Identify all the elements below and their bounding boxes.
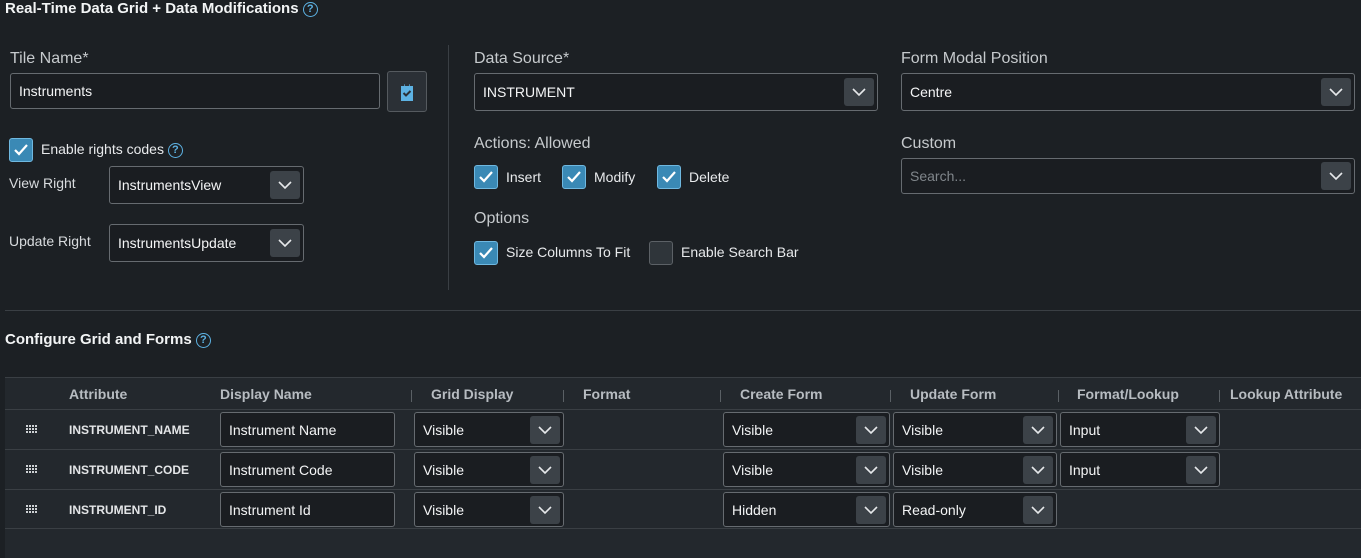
chevron-down-icon[interactable]	[530, 455, 560, 484]
clipboard-button[interactable]	[387, 71, 427, 112]
delete-label: Delete	[689, 169, 730, 185]
table-row: INSTRUMENT_CODE Instrument Code Visible …	[5, 449, 1361, 489]
chevron-down-icon[interactable]	[270, 171, 300, 199]
insert-checkbox[interactable]	[474, 165, 498, 189]
column-header[interactable]: Attribute	[69, 386, 127, 402]
help-icon[interactable]: ?	[167, 142, 183, 158]
chevron-down-icon[interactable]	[270, 229, 300, 257]
check-icon	[662, 171, 676, 183]
update-form-select[interactable]: Read-only	[893, 492, 1057, 527]
form-modal-select[interactable]: Centre	[901, 73, 1355, 111]
chevron-down-icon[interactable]	[1023, 455, 1053, 484]
column-separator[interactable]	[890, 390, 891, 402]
display-name-input[interactable]: Instrument Name	[220, 412, 395, 447]
column-header[interactable]: Format	[583, 386, 630, 402]
view-right-label: View Right	[9, 175, 76, 191]
help-icon[interactable]: ?	[195, 332, 211, 348]
column-separator[interactable]	[720, 390, 721, 402]
chevron-down-icon[interactable]	[1186, 455, 1216, 484]
tile-name-label: Tile Name*	[10, 50, 89, 67]
column-header[interactable]: Create Form	[740, 386, 822, 402]
update-right-label: Update Right	[9, 233, 91, 249]
drag-handle-icon[interactable]	[26, 424, 38, 434]
create-form-select[interactable]: Visible	[723, 412, 890, 447]
grid-display-select[interactable]: Visible	[414, 492, 564, 527]
insert-label: Insert	[506, 169, 542, 185]
section-divider	[5, 310, 1361, 311]
actions-label: Actions: Allowed	[474, 135, 591, 152]
modify-label: Modify	[594, 169, 636, 185]
column-separator[interactable]	[411, 390, 412, 402]
grid-display-select[interactable]: Visible	[414, 452, 564, 487]
column-separator[interactable]	[563, 390, 564, 402]
chevron-down-icon[interactable]	[856, 495, 886, 524]
drag-handle-icon[interactable]	[26, 464, 38, 474]
size-columns-checkbox[interactable]	[474, 241, 498, 265]
check-icon	[479, 171, 493, 183]
update-right-select[interactable]: InstrumentsUpdate	[109, 224, 304, 262]
column-header[interactable]: Lookup Attribute	[1230, 386, 1342, 402]
chevron-down-icon[interactable]	[1023, 495, 1053, 524]
search-bar-label: Enable Search Bar	[681, 244, 799, 260]
data-source-label: Data Source*	[474, 50, 570, 67]
search-bar-checkbox[interactable]	[649, 241, 673, 265]
attribute-cell: INSTRUMENT_ID	[69, 503, 167, 517]
check-icon	[14, 144, 28, 156]
column-header[interactable]: Display Name	[220, 386, 312, 402]
chevron-down-icon[interactable]	[1321, 162, 1351, 190]
tile-name-input[interactable]: Instruments	[10, 73, 380, 109]
chevron-down-icon[interactable]	[844, 78, 874, 106]
table-row: INSTRUMENT_ID Instrument Id Visible Hidd…	[5, 489, 1361, 529]
format-lookup-select[interactable]: Input	[1060, 412, 1220, 447]
chevron-down-icon[interactable]	[530, 415, 560, 444]
format-lookup-select[interactable]: Input	[1060, 452, 1220, 487]
section-divider	[448, 45, 449, 290]
form-modal-label: Form Modal Position	[901, 50, 1048, 67]
chevron-down-icon[interactable]	[1186, 415, 1216, 444]
chevron-down-icon[interactable]	[856, 415, 886, 444]
check-icon	[567, 171, 581, 183]
table-row: INSTRUMENT_NAME Instrument Name Visible …	[5, 409, 1361, 449]
grid-display-select[interactable]: Visible	[414, 412, 564, 447]
column-header[interactable]: Format/Lookup	[1077, 386, 1179, 402]
data-source-select[interactable]: INSTRUMENT	[474, 73, 878, 111]
options-label: Options	[474, 210, 530, 227]
custom-select[interactable]: Search...	[901, 158, 1355, 194]
check-icon	[479, 247, 493, 259]
create-form-select[interactable]: Visible	[723, 452, 890, 487]
column-header[interactable]: Grid Display	[431, 386, 513, 402]
help-icon[interactable]: ?	[302, 1, 318, 17]
create-form-select[interactable]: Hidden	[723, 492, 890, 527]
update-form-select[interactable]: Visible	[893, 452, 1057, 487]
size-columns-label: Size Columns To Fit	[506, 244, 631, 260]
drag-handle-icon[interactable]	[26, 504, 38, 514]
enable-rights-label: Enable rights codes ?	[41, 141, 183, 158]
chevron-down-icon[interactable]	[856, 455, 886, 484]
attribute-cell: INSTRUMENT_CODE	[69, 463, 190, 477]
update-form-select[interactable]: Visible	[893, 412, 1057, 447]
configure-title: Configure Grid and Forms ?	[5, 331, 211, 348]
custom-label: Custom	[901, 135, 957, 152]
chevron-down-icon[interactable]	[530, 495, 560, 524]
column-header[interactable]: Update Form	[910, 386, 996, 402]
column-separator[interactable]	[1219, 390, 1220, 402]
config-grid: Attribute Display Name Grid Display Form…	[5, 377, 1361, 558]
chevron-down-icon[interactable]	[1023, 415, 1053, 444]
clipboard-check-icon	[401, 82, 413, 101]
delete-checkbox[interactable]	[657, 165, 681, 189]
page-title: Real-Time Data Grid + Data Modifications…	[5, 0, 318, 17]
enable-rights-checkbox[interactable]	[9, 138, 33, 162]
display-name-input[interactable]: Instrument Id	[220, 492, 395, 527]
modify-checkbox[interactable]	[562, 165, 586, 189]
attribute-cell: INSTRUMENT_NAME	[69, 423, 190, 437]
chevron-down-icon[interactable]	[1321, 78, 1351, 106]
display-name-input[interactable]: Instrument Code	[220, 452, 395, 487]
view-right-select[interactable]: InstrumentsView	[109, 166, 304, 204]
column-separator[interactable]	[1058, 390, 1059, 402]
